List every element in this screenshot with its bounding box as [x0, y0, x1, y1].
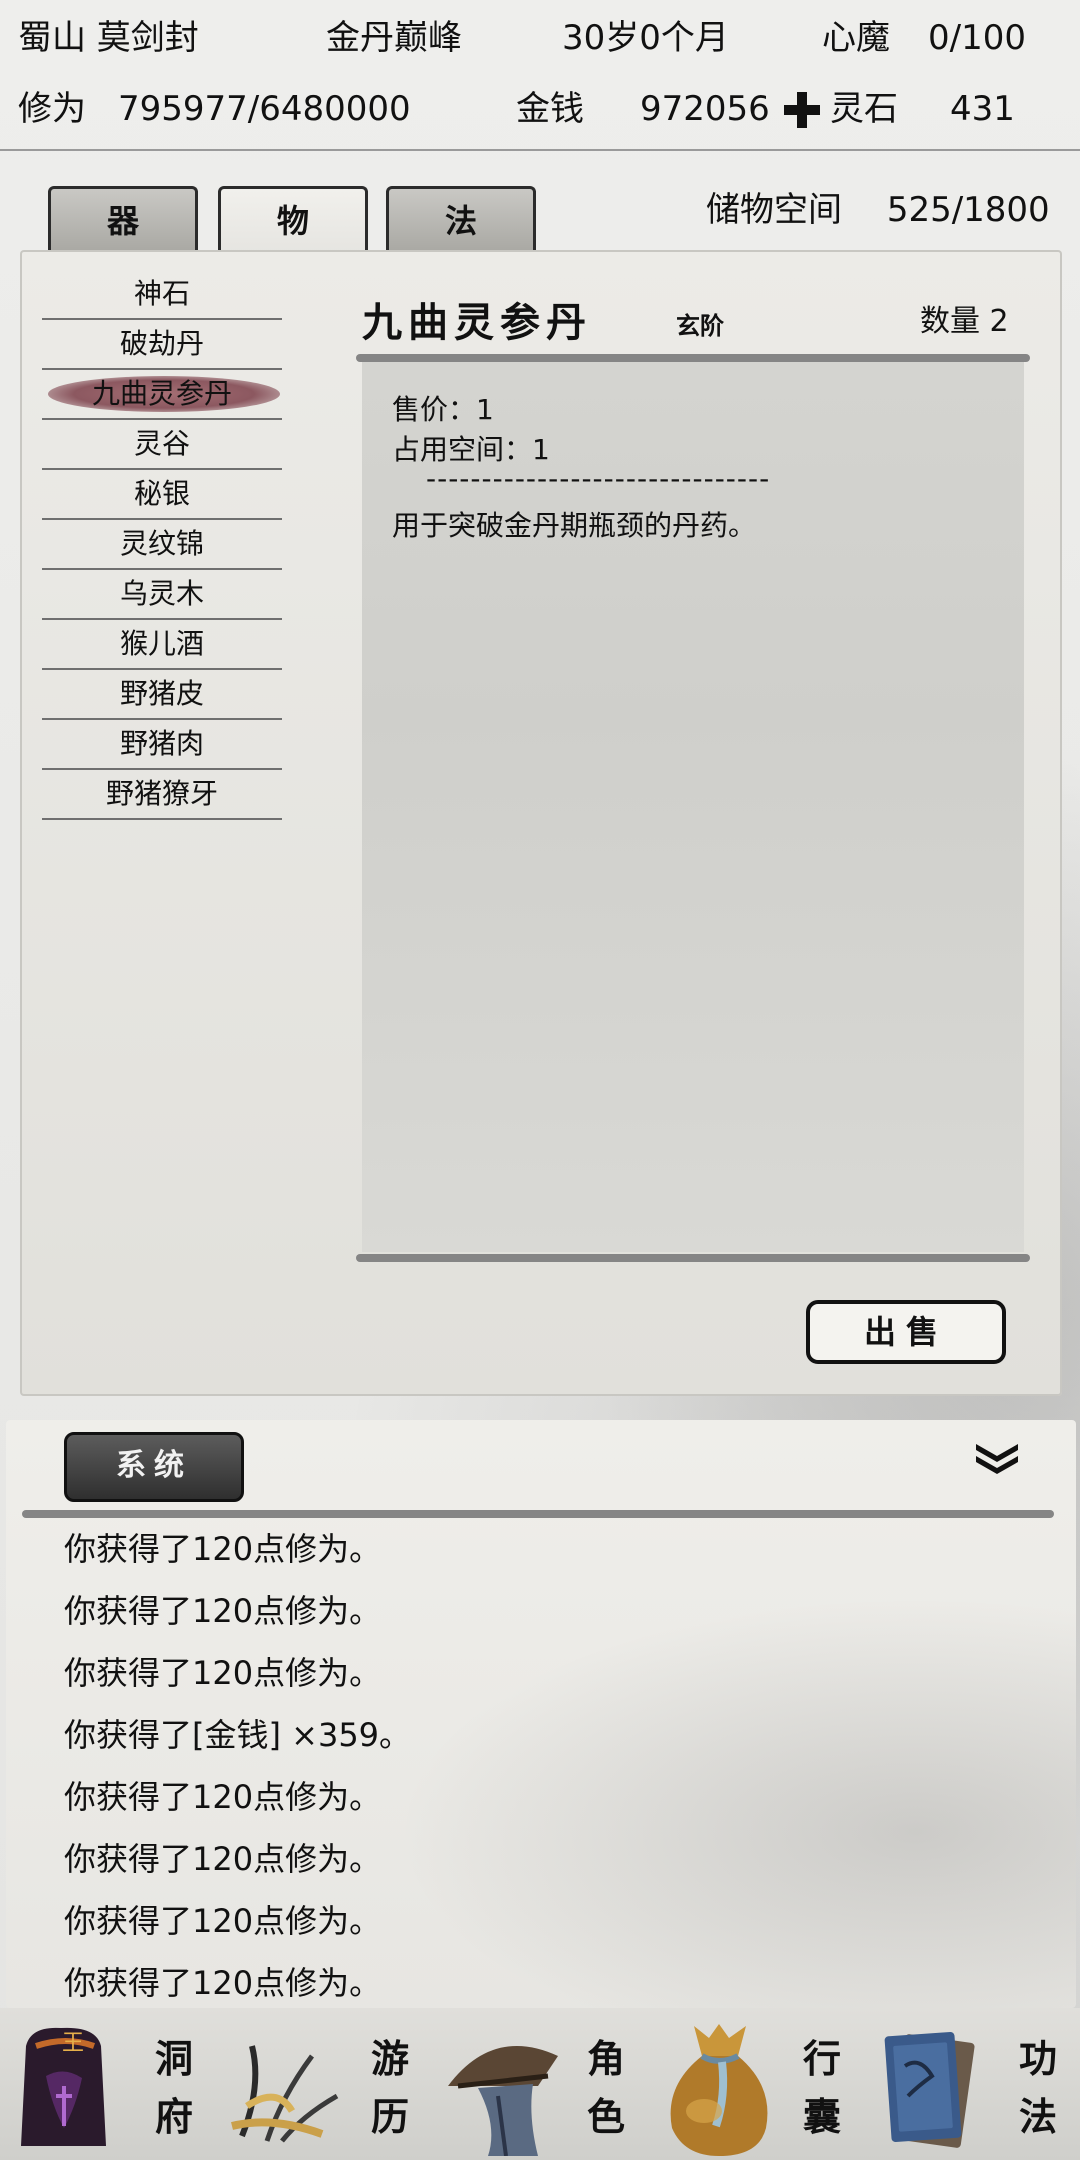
sell-button[interactable]: 出售 — [806, 1300, 1006, 1364]
bottom-nav: 王 洞府 游历 角色 行囊 功法 — [0, 2008, 1080, 2160]
nav-cave-dwelling[interactable]: 王 洞府 — [0, 2008, 216, 2160]
item-name: 破劫丹 — [119, 327, 204, 360]
detail-top-bar — [356, 354, 1030, 362]
log-line: 你获得了120点修为。 — [64, 1964, 382, 2002]
item-name: 灵谷 — [133, 427, 190, 460]
list-item[interactable]: 破劫丹 — [42, 320, 282, 370]
list-item[interactable]: 灵纹锦 — [42, 520, 282, 570]
list-item[interactable]: 秘银 — [42, 470, 282, 520]
item-name: 野猪肉 — [119, 727, 204, 760]
bag-icon — [654, 2016, 784, 2156]
nav-label: 角色 — [586, 2036, 625, 2139]
tab-items[interactable]: 物 — [218, 186, 368, 252]
item-name: 猴儿酒 — [119, 627, 204, 660]
status-row-1: 蜀山 莫剑封 金丹巅峰 30岁0个月 心魔 0/100 — [0, 8, 1080, 68]
list-item-selected[interactable]: 九曲灵参丹 — [42, 370, 282, 420]
storage-value: 525/1800 — [886, 190, 1050, 230]
nav-label: 洞府 — [154, 2036, 193, 2139]
item-quantity: 数量 2 — [920, 304, 1009, 339]
item-name: 秘银 — [133, 477, 190, 510]
nav-bag[interactable]: 行囊 — [648, 2008, 864, 2160]
spirit-stone-value: 431 — [950, 89, 1015, 129]
money-label: 金钱 — [516, 89, 584, 129]
detail-bottom-bar — [356, 1254, 1030, 1262]
item-price: 售价：1 — [392, 393, 494, 426]
message-log-panel: 系统 你获得了120点修为。 你获得了120点修为。 你获得了120点修为。 你… — [6, 1420, 1076, 2008]
log-line: 你获得了120点修为。 — [64, 1530, 382, 1568]
header-divider — [0, 149, 1080, 151]
item-name: 野猪皮 — [119, 677, 204, 710]
list-item[interactable]: 灵谷 — [42, 420, 282, 470]
item-name: 乌灵木 — [119, 577, 204, 610]
nav-label: 游历 — [370, 2036, 409, 2139]
list-item[interactable]: 猴儿酒 — [42, 620, 282, 670]
item-description-box: 售价：1 占用空间：1 ----------------------------… — [362, 362, 1024, 1252]
log-line: 你获得了[金钱] ×359。 — [64, 1716, 412, 1754]
heart-demon-value: 0/100 — [928, 18, 1026, 58]
collapse-icon[interactable] — [972, 1440, 1022, 1480]
item-grade: 玄阶 — [676, 311, 724, 340]
list-item[interactable]: 野猪肉 — [42, 720, 282, 770]
item-list: 神石 破劫丹 九曲灵参丹 灵谷 秘银 灵纹锦 乌灵木 猴儿酒 野猪皮 野猪肉 野… — [42, 270, 282, 820]
nav-character[interactable]: 角色 — [432, 2008, 648, 2160]
item-title: 九曲灵参丹 — [362, 299, 592, 346]
status-row-2: 修为 795977/6480000 金钱 972056 灵石 431 — [0, 79, 1080, 139]
nav-label: 功法 — [1018, 2036, 1057, 2139]
location-text: 蜀山 莫剑封 — [18, 18, 199, 58]
item-description: 用于突破金丹期瓶颈的丹药。 — [392, 509, 757, 542]
nav-travel[interactable]: 游历 — [216, 2008, 432, 2160]
cave-dwelling-icon: 王 — [6, 2016, 136, 2156]
list-item[interactable]: 野猪皮 — [42, 670, 282, 720]
seal-glyph: 王 — [62, 2031, 84, 2056]
travel-icon — [222, 2016, 352, 2156]
age-text: 30岁0个月 — [562, 18, 729, 58]
cultivation-label: 修为 — [18, 89, 86, 129]
separator-line: ------------------------------- — [426, 462, 771, 495]
log-line: 你获得了120点修为。 — [64, 1902, 382, 1940]
log-line: 你获得了120点修为。 — [64, 1654, 382, 1692]
inventory-panel: 神石 破劫丹 九曲灵参丹 灵谷 秘银 灵纹锦 乌灵木 猴儿酒 野猪皮 野猪肉 野… — [20, 250, 1062, 1396]
character-icon — [438, 2016, 568, 2157]
log-line: 你获得了120点修为。 — [64, 1840, 382, 1878]
heart-demon-label: 心魔 — [822, 18, 890, 58]
realm-text: 金丹巅峰 — [326, 18, 462, 58]
list-item[interactable]: 乌灵木 — [42, 570, 282, 620]
nav-techniques[interactable]: 功法 — [864, 2008, 1080, 2160]
plus-icon — [782, 90, 822, 130]
cultivation-value: 795977/6480000 — [118, 89, 411, 129]
item-name: 灵纹锦 — [119, 527, 204, 560]
spirit-stone-label: 灵石 — [830, 89, 898, 129]
nav-label: 行囊 — [802, 2036, 841, 2139]
storage-label: 储物空间 — [706, 190, 842, 230]
tab-equipment[interactable]: 器 — [48, 186, 198, 252]
item-name: 九曲灵参丹 — [91, 377, 232, 410]
tab-system[interactable]: 系统 — [64, 1432, 244, 1502]
list-item[interactable]: 神石 — [42, 270, 282, 320]
storage-capacity: 储物空间 525/1800 — [706, 186, 1050, 234]
scroll-books-icon — [870, 2016, 1000, 2156]
list-item[interactable]: 野猪獠牙 — [42, 770, 282, 820]
log-divider — [22, 1510, 1054, 1518]
log-line: 你获得了120点修为。 — [64, 1778, 382, 1816]
item-name: 野猪獠牙 — [105, 777, 218, 810]
log-line: 你获得了120点修为。 — [64, 1592, 382, 1630]
item-name: 神石 — [133, 277, 190, 310]
money-value: 972056 — [640, 89, 770, 129]
tab-techniques[interactable]: 法 — [386, 186, 536, 252]
